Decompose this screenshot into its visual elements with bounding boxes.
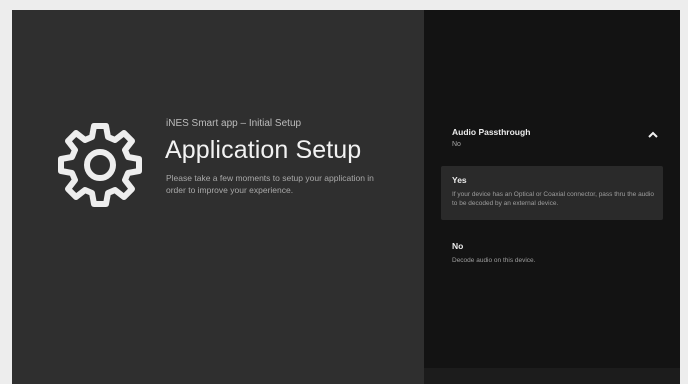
chevron-up-icon[interactable] (648, 131, 658, 139)
setting-title: Audio Passthrough (452, 127, 531, 137)
setup-info-panel: iNES Smart app – Initial Setup Applicati… (12, 10, 424, 384)
setup-description: Please take a few moments to setup your … (166, 173, 374, 195)
setting-value: No (452, 141, 461, 148)
option-description: Decode audio on this device. (452, 257, 536, 264)
settings-footer (424, 368, 680, 384)
option-yes[interactable]: Yes If your device has an Optical or Coa… (441, 166, 663, 220)
option-no[interactable]: No Decode audio on this device. (441, 232, 663, 272)
option-label: No (452, 241, 464, 251)
setup-subtitle: iNES Smart app – Initial Setup (166, 118, 302, 129)
app-window: iNES Smart app – Initial Setup Applicati… (12, 10, 680, 384)
page-title: Application Setup (165, 136, 362, 164)
settings-panel: Audio Passthrough No Yes If your device … (424, 10, 680, 384)
gear-icon (58, 123, 142, 207)
audio-passthrough-setting[interactable]: Audio Passthrough No (452, 127, 664, 157)
option-description: If your device has an Optical or Coaxial… (452, 191, 654, 207)
option-label: Yes (452, 175, 467, 185)
